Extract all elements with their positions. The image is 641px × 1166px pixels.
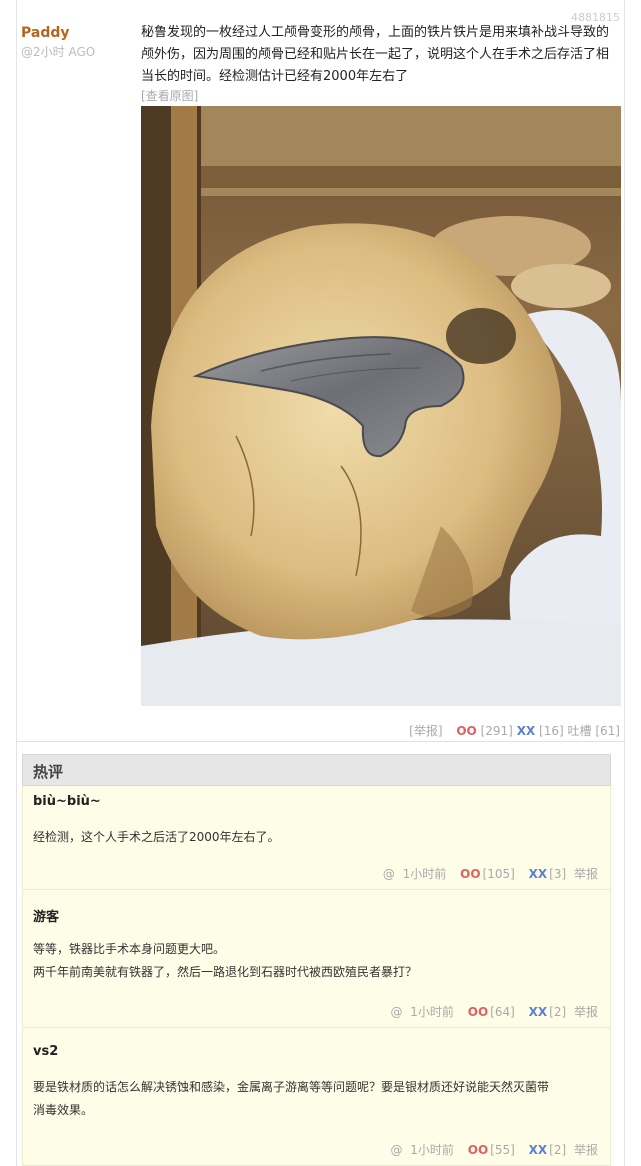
comment-line: 等等，铁器比手术本身问题更大吧。 (33, 942, 226, 956)
xx-count: [16] (539, 724, 564, 738)
comment-line: 要是铁材质的话怎么解决锈蚀和感染，金属离子游离等等问题呢？要是银材质还好说能天然… (33, 1080, 550, 1094)
xx-vote-button[interactable]: XX (529, 1143, 548, 1157)
reply-at-button[interactable]: @ (390, 1005, 402, 1019)
xx-vote-button[interactable]: XX (529, 1005, 548, 1019)
view-original-link[interactable]: [查看原图] (141, 87, 198, 104)
report-button[interactable]: [举报] (409, 724, 442, 738)
oo-vote-button[interactable]: OO (468, 1005, 488, 1019)
comment-meta: @ 1小时前 OO [105] XX [3] 举报 (379, 865, 598, 882)
comment-line: 消毒效果。 (33, 1103, 94, 1117)
comment-line: 两千年前南美就有铁器了，然后一路退化到石器时代被西欧殖民者暴打？ (33, 965, 418, 979)
reply-at-button[interactable]: @ (390, 1143, 402, 1157)
post-time: @2小时 AGO (21, 45, 96, 59)
comment-item: biù~biù~ 经检测，这个人手术之后活了2000年左右了。 @ 1小时前 O… (22, 786, 611, 890)
skull-photo-illustration (141, 106, 621, 706)
comment-time: 1小时前 (402, 867, 447, 881)
comment-time: 1小时前 (410, 1143, 454, 1157)
comment-text: 要是铁材质的话怎么解决锈蚀和感染，金属离子游离等等问题呢？要是银材质还好说能天然… (33, 1076, 598, 1122)
oo-count: [64] (490, 1005, 515, 1019)
comment-author[interactable]: vs2 (33, 1044, 58, 1059)
xx-count: [2] (549, 1143, 567, 1157)
comment-meta: @ 1小时前 OO [64] XX [2] 举报 (386, 1003, 598, 1020)
oo-vote-button[interactable]: OO (468, 1143, 488, 1157)
post: Paddy @2小时 AGO 4881815 秘鲁发现的一枚经过人工颅骨变形的颅… (16, 0, 625, 742)
hot-comments-title: 热评 (22, 754, 611, 786)
tucao-count: [61] (595, 724, 620, 738)
oo-count: [291] (480, 724, 513, 738)
oo-count: [55] (490, 1143, 515, 1157)
comment-author[interactable]: 游客 (33, 906, 59, 925)
xx-count: [3] (549, 867, 567, 881)
comment-meta: @ 1小时前 OO [55] XX [2] 举报 (386, 1141, 598, 1158)
report-button[interactable]: 举报 (574, 1005, 598, 1019)
xx-vote-button[interactable]: XX (517, 724, 536, 738)
reply-at-button[interactable]: @ (383, 867, 395, 881)
post-actions: [举报] OO [291] XX [16] 吐槽 [61] (409, 722, 620, 739)
report-button[interactable]: 举报 (574, 1143, 598, 1157)
comment-item: vs2 要是铁材质的话怎么解决锈蚀和感染，金属离子游离等等问题呢？要是银材质还好… (22, 1028, 611, 1166)
xx-count: [2] (549, 1005, 567, 1019)
oo-vote-button[interactable]: OO (456, 724, 476, 738)
report-button[interactable]: 举报 (574, 867, 598, 881)
xx-vote-button[interactable]: XX (529, 867, 548, 881)
hot-comments-section: 热评 biù~biù~ 经检测，这个人手术之后活了2000年左右了。 @ 1小时… (22, 754, 611, 1166)
comment-text: 经检测，这个人手术之后活了2000年左右了。 (33, 826, 598, 849)
comment-line: 经检测，这个人手术之后活了2000年左右了。 (33, 830, 280, 844)
oo-vote-button[interactable]: OO (460, 867, 480, 881)
tucao-button[interactable]: 吐槽 (568, 724, 592, 738)
post-author[interactable]: Paddy (21, 25, 70, 41)
comment-item: 游客 等等，铁器比手术本身问题更大吧。 两千年前南美就有铁器了，然后一路退化到石… (22, 890, 611, 1028)
oo-count: [105] (482, 867, 515, 881)
comment-text: 等等，铁器比手术本身问题更大吧。 两千年前南美就有铁器了，然后一路退化到石器时代… (33, 938, 598, 984)
post-text: 秘鲁发现的一枚经过人工颅骨变形的颅骨，上面的铁片铁片是用来填补战斗导致的颅外伤，… (141, 25, 610, 84)
comment-time: 1小时前 (410, 1005, 454, 1019)
post-photo[interactable] (141, 106, 621, 706)
comment-author[interactable]: biù~biù~ (33, 794, 101, 809)
